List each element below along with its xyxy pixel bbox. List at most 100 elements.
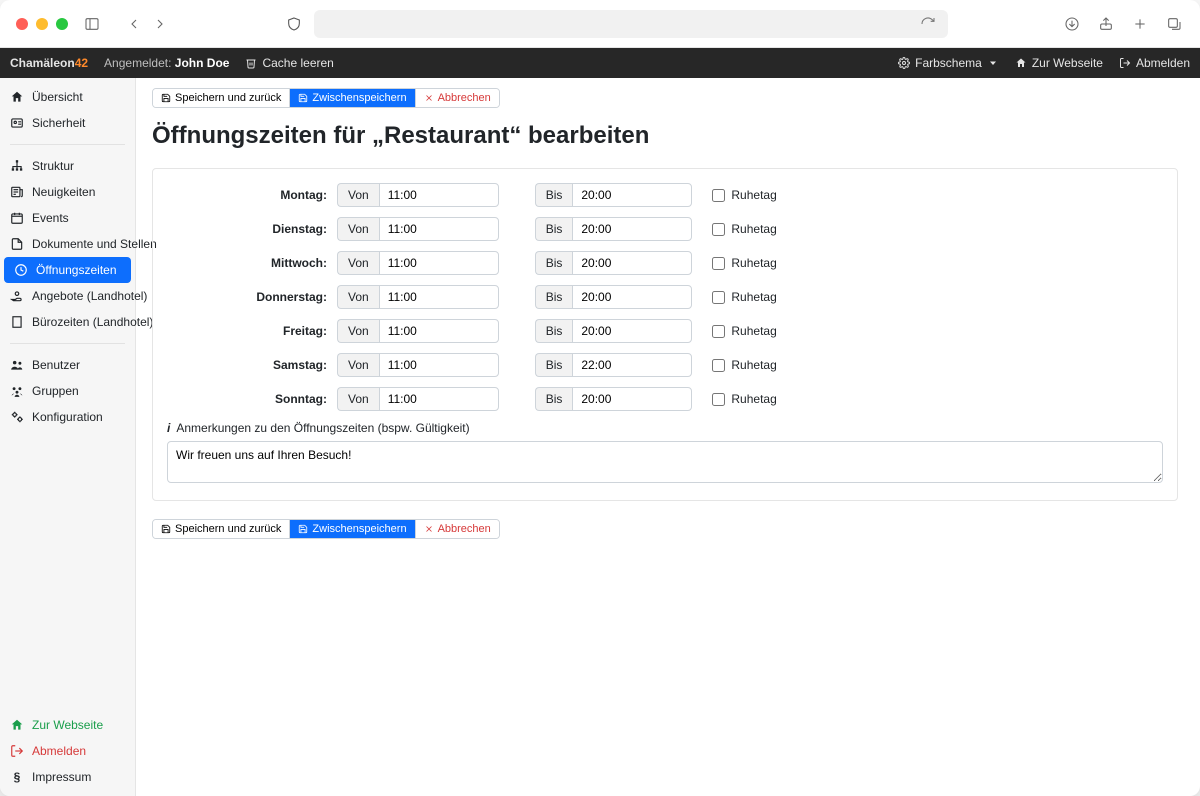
sidebar-item-imprint[interactable]: §Impressum: [0, 764, 135, 790]
sidebar-item-security[interactable]: Sicherheit: [0, 110, 135, 136]
close-icon: [424, 524, 434, 534]
to-addon: Bis: [535, 217, 573, 241]
sidebar-item-office-hours[interactable]: Bürozeiten (Landhotel): [0, 309, 135, 335]
day-row: Mittwoch: Von Bis Ruhetag: [167, 251, 1163, 275]
restday-checkbox-wrap[interactable]: Ruhetag: [712, 256, 776, 270]
day-label: Donnerstag:: [167, 290, 327, 304]
restday-checkbox[interactable]: [712, 393, 725, 406]
to-addon: Bis: [535, 183, 573, 207]
restday-checkbox[interactable]: [712, 359, 725, 372]
logout-link[interactable]: Abmelden: [1119, 56, 1190, 70]
nav-back-icon[interactable]: [124, 14, 144, 34]
restday-checkbox-wrap[interactable]: Ruhetag: [712, 188, 776, 202]
reload-icon[interactable]: [918, 14, 938, 34]
info-icon: i: [167, 421, 170, 435]
restday-checkbox-wrap[interactable]: Ruhetag: [712, 324, 776, 338]
sidebar-item-config[interactable]: Konfiguration: [0, 404, 135, 430]
sidebar-divider: [10, 343, 125, 344]
sidebar-item-structure[interactable]: Struktur: [0, 153, 135, 179]
app-top-bar: Chamäleon42 Angemeldet: John Doe Cache l…: [0, 48, 1200, 78]
sidebar-item-documents[interactable]: Dokumente und Stellen: [0, 231, 135, 257]
to-time-input[interactable]: [572, 285, 692, 309]
sidebar-item-logout[interactable]: Abmelden: [0, 738, 135, 764]
logout-icon: [10, 744, 24, 758]
sidebar-item-groups[interactable]: Gruppen: [0, 378, 135, 404]
day-label: Mittwoch:: [167, 256, 327, 270]
day-row: Donnerstag: Von Bis Ruhetag: [167, 285, 1163, 309]
from-addon: Von: [337, 353, 379, 377]
to-time-input[interactable]: [572, 353, 692, 377]
save-intermediate-button[interactable]: Zwischenspeichern: [290, 89, 415, 107]
sidebar-toggle-icon[interactable]: [82, 14, 102, 34]
restday-checkbox[interactable]: [712, 189, 725, 202]
to-website-link[interactable]: Zur Webseite: [1015, 56, 1103, 70]
to-time-input[interactable]: [572, 251, 692, 275]
save-back-button[interactable]: Speichern und zurück: [153, 520, 290, 538]
sidebar-item-users[interactable]: Benutzer: [0, 352, 135, 378]
from-time-input[interactable]: [379, 285, 499, 309]
cancel-button[interactable]: Abbrechen: [416, 89, 499, 107]
sidebar-item-events[interactable]: Events: [0, 205, 135, 231]
day-row: Sonntag: Von Bis Ruhetag: [167, 387, 1163, 411]
clock-icon: [14, 263, 28, 277]
window-close-icon[interactable]: [16, 18, 28, 30]
restday-checkbox[interactable]: [712, 291, 725, 304]
from-addon: Von: [337, 285, 379, 309]
sidebar-item-offers[interactable]: Angebote (Landhotel): [0, 283, 135, 309]
restday-checkbox[interactable]: [712, 257, 725, 270]
restday-label: Ruhetag: [731, 290, 776, 304]
to-time-input[interactable]: [572, 183, 692, 207]
tabs-overview-icon[interactable]: [1164, 14, 1184, 34]
sidebar-item-opening-hours[interactable]: Öffnungszeiten: [4, 257, 131, 283]
downloads-icon[interactable]: [1062, 14, 1082, 34]
restday-label: Ruhetag: [731, 324, 776, 338]
from-addon: Von: [337, 387, 379, 411]
share-icon[interactable]: [1096, 14, 1116, 34]
save-intermediate-button[interactable]: Zwischenspeichern: [290, 520, 415, 538]
from-addon: Von: [337, 217, 379, 241]
clear-cache-link[interactable]: Cache leeren: [245, 56, 333, 70]
save-back-button[interactable]: Speichern und zurück: [153, 89, 290, 107]
trash-icon: [245, 57, 257, 69]
window-minimize-icon[interactable]: [36, 18, 48, 30]
to-time-input[interactable]: [572, 387, 692, 411]
cancel-button[interactable]: Abbrechen: [416, 520, 499, 538]
notes-label: i Anmerkungen zu den Öffnungszeiten (bsp…: [167, 421, 1163, 435]
to-time-input[interactable]: [572, 217, 692, 241]
new-tab-icon[interactable]: [1130, 14, 1150, 34]
from-time-input[interactable]: [379, 251, 499, 275]
newspaper-icon: [10, 185, 24, 199]
from-addon: Von: [337, 183, 379, 207]
cogs-icon: [10, 410, 24, 424]
to-time-input[interactable]: [572, 319, 692, 343]
notes-textarea[interactable]: [167, 441, 1163, 483]
restday-checkbox-wrap[interactable]: Ruhetag: [712, 290, 776, 304]
from-time-input[interactable]: [379, 353, 499, 377]
day-label: Sonntag:: [167, 392, 327, 406]
to-addon: Bis: [535, 387, 573, 411]
sidebar-item-news[interactable]: Neuigkeiten: [0, 179, 135, 205]
save-icon: [161, 93, 171, 103]
nav-forward-icon[interactable]: [150, 14, 170, 34]
restday-checkbox[interactable]: [712, 223, 725, 236]
restday-checkbox[interactable]: [712, 325, 725, 338]
sidebar-item-to-website[interactable]: Zur Webseite: [0, 712, 135, 738]
close-icon: [424, 93, 434, 103]
window-zoom-icon[interactable]: [56, 18, 68, 30]
to-addon: Bis: [535, 353, 573, 377]
color-scheme-link[interactable]: Farbschema: [898, 56, 999, 70]
sidebar-item-overview[interactable]: Übersicht: [0, 84, 135, 110]
restday-checkbox-wrap[interactable]: Ruhetag: [712, 222, 776, 236]
id-card-icon: [10, 116, 24, 130]
from-time-input[interactable]: [379, 319, 499, 343]
gear-icon: [898, 57, 910, 69]
url-bar[interactable]: [314, 10, 948, 38]
from-time-input[interactable]: [379, 217, 499, 241]
from-time-input[interactable]: [379, 183, 499, 207]
restday-checkbox-wrap[interactable]: Ruhetag: [712, 392, 776, 406]
to-addon: Bis: [535, 285, 573, 309]
restday-checkbox-wrap[interactable]: Ruhetag: [712, 358, 776, 372]
privacy-shield-icon[interactable]: [284, 14, 304, 34]
from-time-input[interactable]: [379, 387, 499, 411]
group-icon: [10, 384, 24, 398]
